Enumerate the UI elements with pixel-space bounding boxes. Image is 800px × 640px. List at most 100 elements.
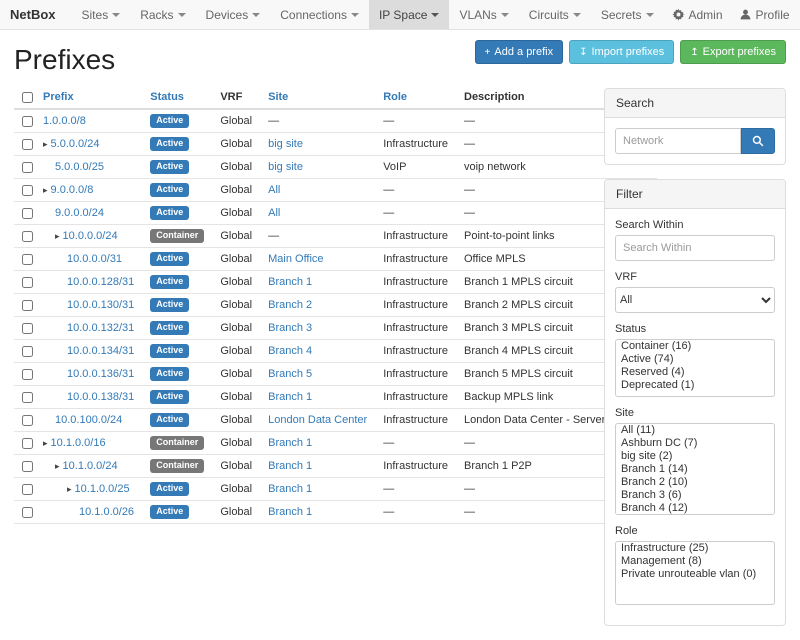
expand-arrow-icon: ▸ [43, 139, 48, 149]
listbox-option[interactable]: All (11) [616, 424, 774, 437]
nav-item-racks[interactable]: Racks [130, 0, 195, 29]
prefix-link[interactable]: 10.1.0.0/24 [63, 460, 118, 472]
row-checkbox[interactable] [22, 461, 33, 472]
site-link[interactable]: Branch 1 [268, 506, 312, 518]
site-link[interactable]: All [268, 184, 280, 196]
listbox-option[interactable]: Infrastructure (25) [616, 542, 774, 555]
row-checkbox[interactable] [22, 484, 33, 495]
site-cell: big site [260, 156, 375, 179]
vrf-select[interactable]: All [615, 287, 775, 313]
row-checkbox[interactable] [22, 208, 33, 219]
prefix-link[interactable]: 10.0.0.0/31 [67, 253, 122, 265]
row-checkbox[interactable] [22, 415, 33, 426]
listbox-option[interactable]: Branch 2 (10) [616, 476, 774, 489]
table-row: ▸10.1.0.0/24ContainerGlobalBranch 1Infra… [14, 455, 657, 478]
site-cell: Branch 3 [260, 317, 375, 340]
site-link[interactable]: All [268, 207, 280, 219]
nav-item-circuits[interactable]: Circuits [519, 0, 591, 29]
row-checkbox[interactable] [22, 323, 33, 334]
row-checkbox[interactable] [22, 438, 33, 449]
listbox-option[interactable]: Branch 1 (14) [616, 463, 774, 476]
row-checkbox[interactable] [22, 346, 33, 357]
nav-item-ip-space[interactable]: IP Space [369, 0, 449, 29]
row-checkbox[interactable] [22, 162, 33, 173]
prefix-link[interactable]: 10.1.0.0/26 [79, 506, 134, 518]
column-header-prefix[interactable]: Prefix [35, 86, 142, 109]
prefix-link[interactable]: 10.0.100.0/24 [55, 414, 122, 426]
prefix-link[interactable]: 5.0.0.0/25 [55, 161, 104, 173]
prefix-link[interactable]: 10.0.0.136/31 [67, 368, 134, 380]
prefix-link[interactable]: 10.0.0.134/31 [67, 345, 134, 357]
search-within-input[interactable] [615, 235, 775, 261]
listbox-option[interactable]: Active (74) [616, 353, 774, 366]
listbox-option[interactable]: big site (2) [616, 450, 774, 463]
row-checkbox[interactable] [22, 139, 33, 150]
site-link[interactable]: Branch 3 [268, 322, 312, 334]
site-listbox[interactable]: All (11)Ashburn DC (7)big site (2)Branch… [615, 423, 775, 515]
prefix-link[interactable]: 10.0.0.128/31 [67, 276, 134, 288]
prefix-link[interactable]: 10.0.0.132/31 [67, 322, 134, 334]
add-prefix-button[interactable]: + Add a prefix [475, 40, 564, 64]
column-header-site[interactable]: Site [260, 86, 375, 109]
listbox-option[interactable]: Deprecated (1) [616, 379, 774, 392]
site-link[interactable]: Branch 1 [268, 460, 312, 472]
filter-panel-title: Filter [605, 180, 785, 209]
site-link[interactable]: Main Office [268, 253, 323, 265]
row-checkbox[interactable] [22, 392, 33, 403]
prefix-link[interactable]: 10.0.0.130/31 [67, 299, 134, 311]
row-checkbox[interactable] [22, 300, 33, 311]
prefix-link[interactable]: 9.0.0.0/24 [55, 207, 104, 219]
admin-link[interactable]: Admin [664, 0, 731, 29]
profile-label: Profile [756, 8, 790, 22]
row-checkbox[interactable] [22, 369, 33, 380]
table-header-row: PrefixStatusVRFSiteRoleDescription [14, 86, 657, 109]
site-link[interactable]: Branch 1 [268, 483, 312, 495]
site-link[interactable]: big site [268, 138, 303, 150]
site-link[interactable]: Branch 5 [268, 368, 312, 380]
row-checkbox[interactable] [22, 254, 33, 265]
select-all-checkbox[interactable] [22, 92, 33, 103]
row-checkbox[interactable] [22, 231, 33, 242]
listbox-option[interactable]: Reserved (4) [616, 366, 774, 379]
listbox-option[interactable]: Branch 4 (12) [616, 502, 774, 515]
listbox-option[interactable]: Ashburn DC (7) [616, 437, 774, 450]
site-link[interactable]: Branch 4 [268, 345, 312, 357]
nav-item-sites[interactable]: Sites [72, 0, 131, 29]
site-link[interactable]: big site [268, 161, 303, 173]
listbox-option[interactable]: Private unrouteable vlan (0) [616, 568, 774, 581]
listbox-option[interactable]: Branch 3 (6) [616, 489, 774, 502]
prefix-link[interactable]: 10.1.0.0/16 [51, 437, 106, 449]
nav-item-devices[interactable]: Devices [196, 0, 271, 29]
prefix-link[interactable]: 1.0.0.0/8 [43, 115, 86, 127]
row-checkbox[interactable] [22, 277, 33, 288]
prefix-link[interactable]: 10.1.0.0/25 [75, 483, 130, 495]
site-link[interactable]: Branch 2 [268, 299, 312, 311]
profile-link[interactable]: Profile [731, 0, 798, 29]
import-prefixes-button[interactable]: ↧ Import prefixes [569, 40, 674, 64]
row-checkbox[interactable] [22, 507, 33, 518]
navbar: NetBox SitesRacksDevicesConnectionsIP Sp… [0, 0, 800, 30]
nav-item-vlans[interactable]: VLANs [449, 0, 518, 29]
column-header-role[interactable]: Role [375, 86, 456, 109]
nav-item-secrets[interactable]: Secrets [591, 0, 664, 29]
search-button[interactable] [741, 128, 775, 154]
nav-item-connections[interactable]: Connections [270, 0, 369, 29]
prefix-link[interactable]: 5.0.0.0/24 [51, 138, 100, 150]
prefix-link[interactable]: 10.0.0.138/31 [67, 391, 134, 403]
column-header-status[interactable]: Status [142, 86, 212, 109]
site-link[interactable]: Branch 1 [268, 276, 312, 288]
search-input[interactable] [615, 128, 741, 154]
prefix-link[interactable]: 9.0.0.0/8 [51, 184, 94, 196]
brand-logo[interactable]: NetBox [10, 0, 56, 29]
listbox-option[interactable]: Container (16) [616, 340, 774, 353]
role-listbox[interactable]: Infrastructure (25)Management (8)Private… [615, 541, 775, 605]
site-link[interactable]: Branch 1 [268, 391, 312, 403]
status-listbox[interactable]: Container (16)Active (74)Reserved (4)Dep… [615, 339, 775, 397]
prefix-link[interactable]: 10.0.0.0/24 [63, 230, 118, 242]
row-checkbox[interactable] [22, 185, 33, 196]
row-checkbox[interactable] [22, 116, 33, 127]
export-prefixes-button[interactable]: ↥ Export prefixes [680, 40, 786, 64]
site-link[interactable]: London Data Center [268, 414, 367, 426]
listbox-option[interactable]: Management (8) [616, 555, 774, 568]
site-link[interactable]: Branch 1 [268, 437, 312, 449]
